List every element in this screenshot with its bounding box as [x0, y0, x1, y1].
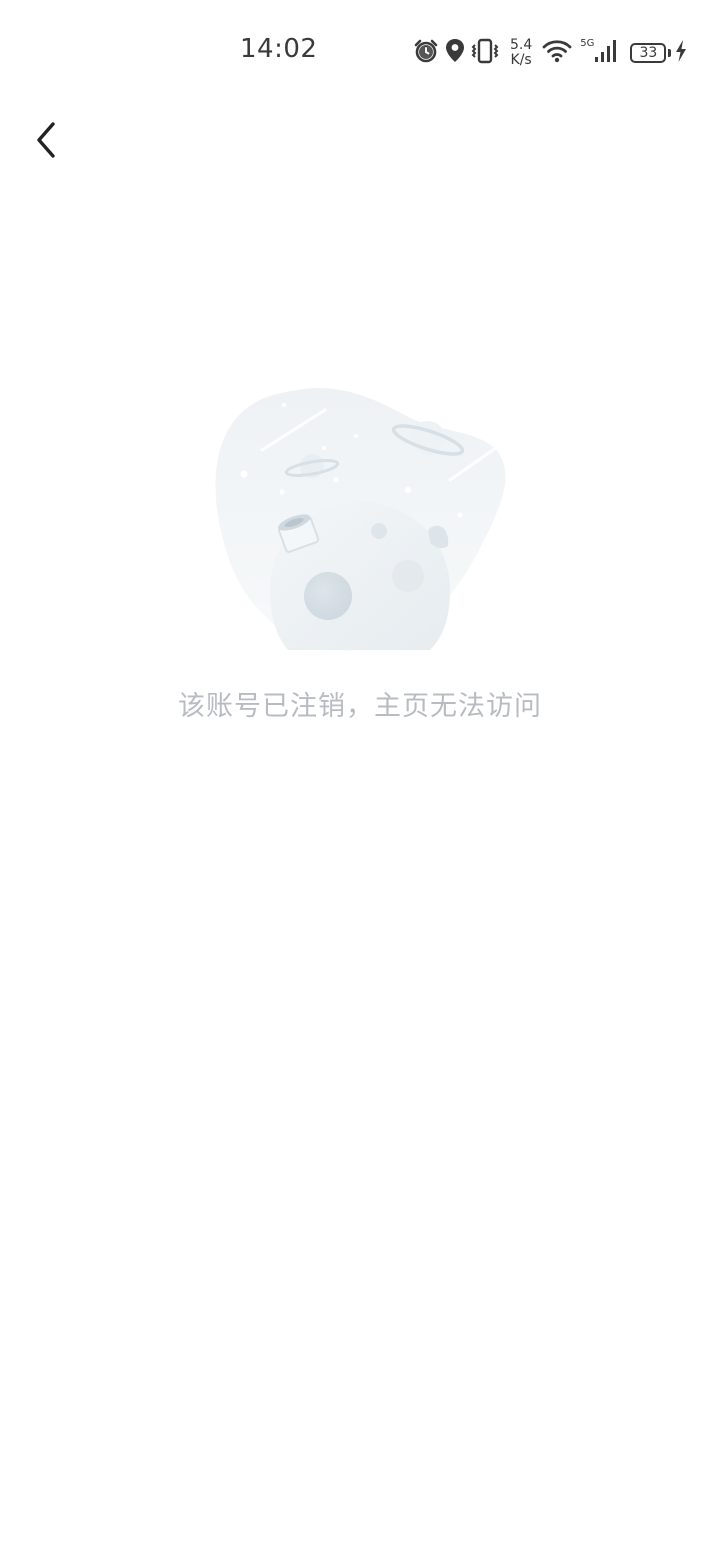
signal-icon [594, 38, 618, 68]
empty-state-message: 该账号已注销，主页无法访问 [178, 691, 542, 722]
net-speed: 5.4 K/s [510, 38, 532, 68]
battery-icon: 33 [630, 43, 667, 63]
charging-icon [675, 39, 687, 67]
account-deactivated-screen: 14:02 5.4 K/s 5G 33 该账号已注销，主页无法访问 [0, 0, 720, 1560]
vibrate-icon [470, 37, 500, 69]
battery-level: 33 [639, 45, 658, 61]
battery-tip [668, 49, 672, 57]
back-button[interactable] [22, 116, 70, 164]
status-icons: 5.4 K/s 5G 33 [412, 36, 691, 70]
net-speed-unit: K/s [510, 52, 532, 68]
chevron-left-icon [37, 122, 55, 158]
planet-space-illustration [210, 380, 510, 660]
network-type: 5G [580, 38, 595, 49]
status-time: 14:02 [240, 34, 318, 64]
wifi-icon [542, 38, 572, 68]
status-bar: 14:02 5.4 K/s 5G 33 [0, 0, 720, 104]
alarm-icon [412, 37, 440, 69]
location-icon [444, 37, 466, 69]
net-speed-value: 5.4 [510, 37, 533, 53]
